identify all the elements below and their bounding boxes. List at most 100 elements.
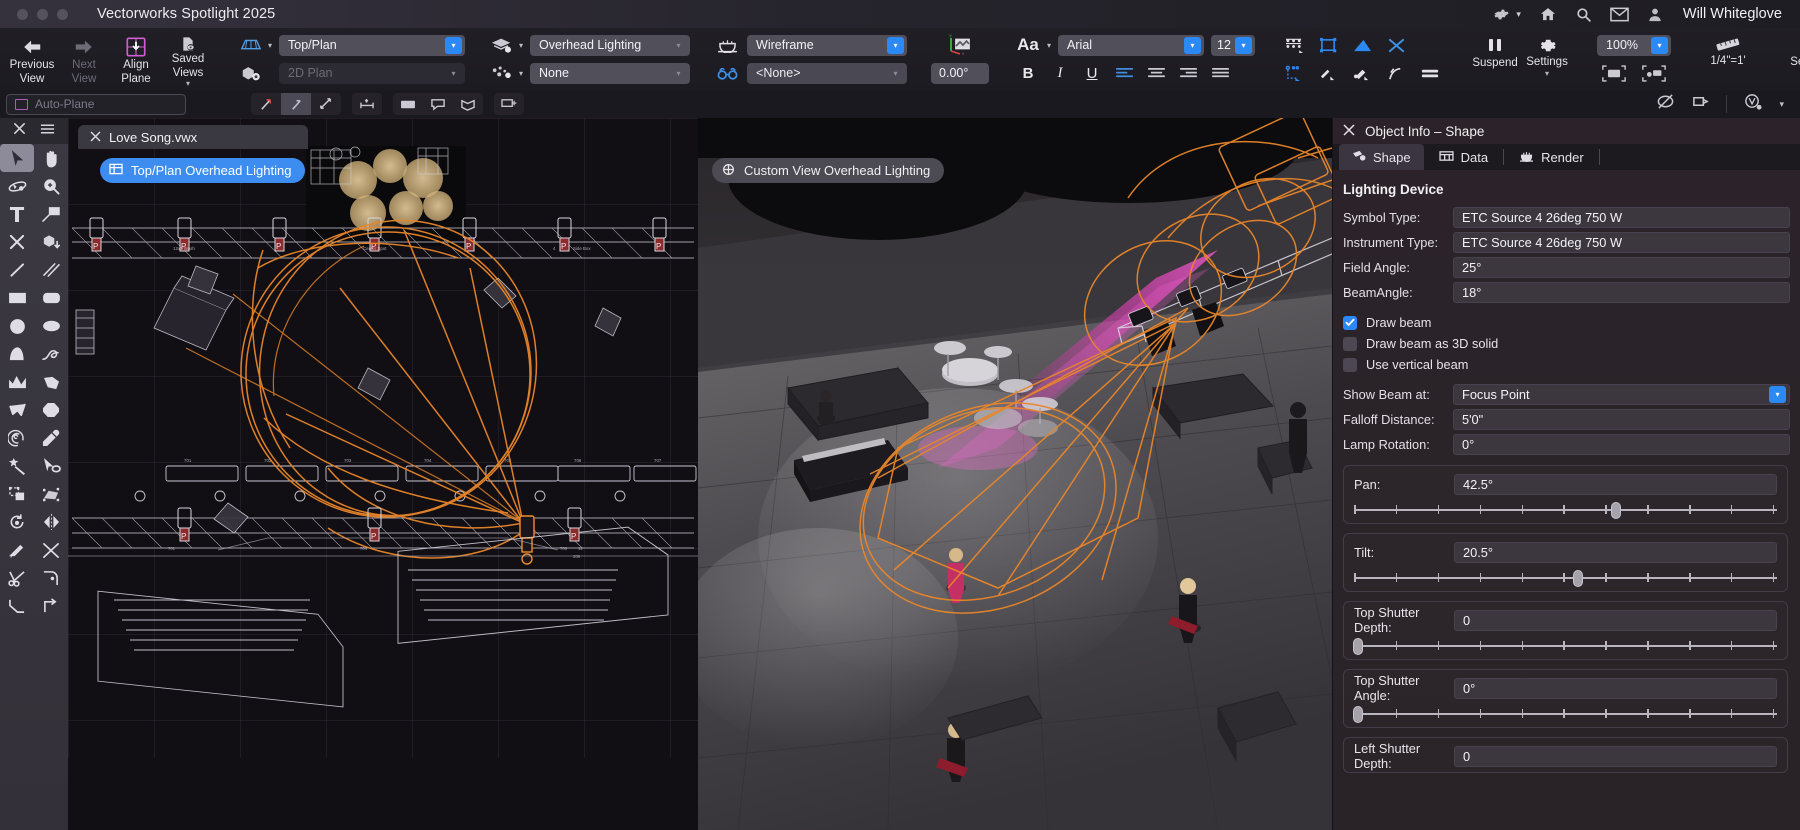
field-show-beam-at[interactable]: Show Beam at: Focus Point ▾ — [1339, 383, 1790, 406]
flag-icon[interactable] — [453, 93, 483, 115]
render-mode-icon[interactable] — [714, 35, 740, 55]
font-style-chevron-icon[interactable]: ▾ — [1047, 41, 1051, 50]
tab-render[interactable]: Render — [1506, 144, 1597, 170]
viewport-top-plan[interactable]: P P P P P P P 12x1 Wash Center Spot 4 Side … — [68, 118, 698, 830]
viewport-custom-view[interactable]: Custom View Overhead Lighting — [698, 118, 1332, 830]
top-shutter-depth-input[interactable]: 0 — [1454, 609, 1777, 631]
slider-top-shutter-depth[interactable]: Top Shutter Depth: 0 — [1343, 601, 1788, 660]
projection-select-chevron-icon[interactable]: ▾ — [445, 65, 462, 82]
align-plane-button[interactable]: Align Plane — [110, 30, 162, 88]
maximize-window-button[interactable] — [57, 8, 68, 20]
snap-grid-icon[interactable] — [1279, 32, 1309, 58]
rectangle-icon[interactable] — [0, 284, 34, 312]
show-beam-at-select[interactable]: Focus Point ▾ — [1453, 384, 1790, 405]
minimize-window-button[interactable] — [37, 8, 48, 20]
trim-icon[interactable] — [0, 536, 34, 564]
field-angle-input[interactable]: 25° — [1453, 257, 1790, 278]
tab-shape[interactable]: Shape — [1339, 144, 1424, 170]
smart-edge-icon[interactable] — [1279, 60, 1309, 86]
pan-input[interactable]: 42.5° — [1454, 473, 1777, 495]
layer-stack-icon[interactable] — [494, 93, 524, 115]
top-shutter-angle-input[interactable]: 0° — [1454, 677, 1777, 699]
saved-views-chevron-icon[interactable]: ▾ — [186, 79, 190, 88]
top-shutter-depth-track[interactable] — [1353, 638, 1777, 655]
zoom-icon[interactable] — [34, 172, 68, 200]
tilt-slider-thumb[interactable] — [1573, 570, 1584, 587]
home-icon[interactable] — [1539, 6, 1557, 23]
smart-points-off-icon[interactable] — [1381, 32, 1411, 58]
underline-button[interactable]: U — [1077, 61, 1107, 85]
render-select-chevron-icon[interactable]: ▾ — [887, 36, 905, 54]
standard-views-icon[interactable] — [238, 35, 264, 55]
double-line-icon[interactable] — [34, 256, 68, 284]
flyover-icon[interactable] — [0, 172, 34, 200]
window-controls[interactable] — [17, 8, 68, 20]
fit-to-window-icon[interactable] — [1599, 60, 1629, 86]
vertical-beam-checkbox[interactable] — [1343, 357, 1357, 372]
checkbox-draw-beam-3d[interactable]: Draw beam as 3D solid — [1343, 334, 1790, 353]
saved-views-button[interactable]: Saved Views ▾ — [162, 30, 214, 88]
class-select[interactable]: None ▾ — [530, 62, 691, 84]
mirror-duplicate-icon[interactable] — [34, 480, 68, 508]
polygon-icon[interactable] — [34, 368, 68, 396]
field-symbol-type[interactable]: Symbol Type: ETC Source 4 26deg 750 W — [1339, 206, 1790, 229]
layers-chevron-icon[interactable]: ▾ — [519, 41, 523, 50]
select-similar-icon[interactable] — [34, 452, 68, 480]
polyline-icon[interactable] — [0, 368, 34, 396]
scissors-icon[interactable] — [0, 564, 34, 592]
circle-icon[interactable] — [0, 312, 34, 340]
gear-icon[interactable] — [1493, 6, 1510, 23]
lamp-rotation-input[interactable]: 0° — [1453, 434, 1790, 455]
rotate-icon[interactable] — [0, 508, 34, 536]
drawing-canvas[interactable]: P P P P P P P 12x1 Wash Center Spot 4 Side … — [68, 118, 1332, 830]
beam-angle-input[interactable]: 18° — [1453, 282, 1790, 303]
move-by-points-icon[interactable] — [0, 480, 34, 508]
auto-plane-select[interactable]: Auto-Plane — [6, 93, 186, 115]
instrument-type-input[interactable]: ETC Source 4 26deg 750 W — [1453, 232, 1790, 253]
checkbox-vertical-beam[interactable]: Use vertical beam — [1343, 355, 1790, 374]
draw-beam-checkbox[interactable] — [1343, 315, 1357, 330]
field-falloff-distance[interactable]: Falloff Distance: 5'0" — [1339, 408, 1790, 431]
snap-to-intersection-icon[interactable] — [311, 93, 341, 115]
delete-x-icon[interactable] — [0, 228, 34, 256]
freehand-polygon-icon[interactable] — [0, 396, 34, 424]
close-icon[interactable] — [13, 122, 26, 140]
falloff-distance-input[interactable]: 5'0" — [1453, 409, 1790, 430]
smart-cursor-icon[interactable] — [1313, 60, 1343, 86]
palette-menu-icon[interactable] — [40, 122, 55, 140]
tilt-input[interactable]: 20.5° — [1454, 541, 1777, 563]
vectorworks-badge-icon[interactable] — [1743, 93, 1763, 116]
font-style-icon[interactable]: Aa — [1013, 35, 1043, 55]
lighting-select-chevron-icon[interactable]: ▾ — [887, 65, 904, 82]
font-family-select[interactable]: Arial ▾ — [1058, 34, 1205, 56]
camera-view-icon[interactable] — [1691, 93, 1710, 115]
align-right-button[interactable] — [1173, 61, 1203, 85]
bold-button[interactable]: B — [1013, 61, 1043, 85]
font-size-chevron-icon[interactable]: ▾ — [1235, 36, 1253, 54]
fit-to-objects-icon[interactable] — [1639, 60, 1669, 86]
left-shutter-depth-input[interactable]: 0 — [1454, 745, 1777, 767]
top-shutter-angle-track[interactable] — [1353, 706, 1777, 723]
slider-left-shutter-depth[interactable]: Left Shutter Depth: 0 — [1343, 737, 1788, 773]
align-center-button[interactable] — [1141, 61, 1171, 85]
line-icon[interactable] — [0, 256, 34, 284]
top-shutter-depth-slider-thumb[interactable] — [1353, 638, 1364, 655]
lighting-select[interactable]: <None> ▾ — [747, 62, 908, 84]
italic-button[interactable]: I — [1045, 61, 1075, 85]
view-select-chevron-icon[interactable]: ▾ — [445, 36, 463, 54]
fillet-icon[interactable] — [34, 564, 68, 592]
font-family-chevron-icon[interactable]: ▾ — [1184, 36, 1202, 54]
rotation-field[interactable]: 0.00° — [931, 62, 990, 84]
view-settings-button[interactable]: Settings ▾ — [1785, 30, 1800, 88]
spline-icon[interactable] — [34, 340, 68, 368]
suspend-snapping-button[interactable]: Suspend — [1469, 30, 1521, 88]
pan-track[interactable] — [1354, 502, 1777, 519]
arc-icon[interactable] — [0, 340, 34, 368]
snap-wall-icon[interactable] — [1415, 60, 1445, 86]
bar2-chevron-icon[interactable]: ▾ — [1779, 99, 1784, 110]
field-field-angle[interactable]: Field Angle: 25° — [1339, 256, 1790, 279]
rounded-rectangle-icon[interactable] — [34, 284, 68, 312]
hexagon-icon[interactable] — [34, 396, 68, 424]
align-left-button[interactable] — [1109, 61, 1139, 85]
selection-arrow-icon[interactable] — [0, 144, 34, 172]
